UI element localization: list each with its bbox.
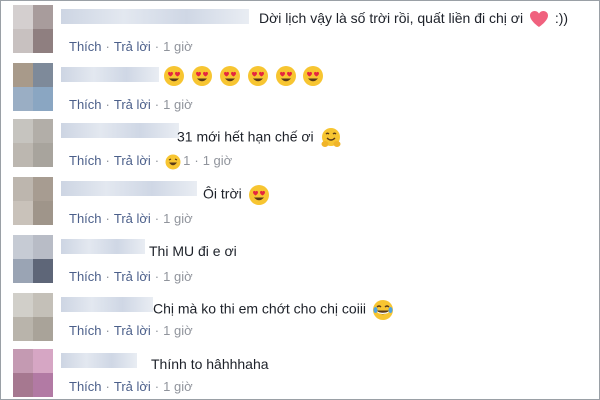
separator: · (105, 323, 110, 338)
heart-eyes-icon (219, 66, 240, 86)
comment-actions: Thích · Trả lời · 1 · 1 giờ (69, 153, 232, 170)
heart-eyes-icon (275, 66, 296, 86)
commenter-name-blurred[interactable] (61, 9, 249, 24)
timestamp[interactable]: 1 giờ (163, 269, 193, 284)
separator: · (154, 211, 160, 226)
separator: · (105, 97, 110, 112)
avatar[interactable] (13, 5, 53, 53)
comment-item: Thi MU đi e ơi Thích · Trả lời · 1 giờ (9, 235, 589, 287)
heart-eyes-icon (191, 66, 212, 86)
comment-text: Chị mà ko thi em chớt cho chị coiii (153, 299, 394, 321)
comment-text: 31 mới hết hạn chế ơi (177, 127, 342, 149)
timestamp[interactable]: 1 giờ (163, 379, 193, 394)
comment-suffix: :)) (554, 10, 569, 26)
separator: · (154, 269, 160, 284)
like-button[interactable]: Thích (69, 269, 102, 284)
comment-body: 31 mới hết hạn chế ơi (177, 128, 314, 145)
reply-button[interactable]: Trả lời (114, 153, 151, 168)
commenter-name-blurred[interactable] (61, 123, 179, 138)
avatar[interactable] (13, 63, 53, 111)
reply-button[interactable]: Trả lời (114, 323, 151, 338)
separator: · (105, 269, 110, 284)
separator: · (105, 153, 110, 168)
separator: · (194, 153, 199, 168)
timestamp[interactable]: 1 giờ (163, 39, 193, 54)
comment-item: Dời lịch vậy là số trời rồi, quất liền đ… (9, 5, 589, 57)
heart-eyes-icon (303, 66, 324, 86)
comment-text: Ôi trời (203, 184, 270, 206)
comment-body: Ôi trời (203, 185, 242, 202)
like-button[interactable]: Thích (69, 379, 102, 394)
reply-button[interactable]: Trả lời (114, 39, 151, 54)
separator: · (154, 153, 160, 168)
reaction-count[interactable]: 1 (183, 153, 190, 168)
comment-actions: Thích · Trả lời · 1 giờ (69, 269, 193, 284)
comment-text: Dời lịch vậy là số trời rồi, quất liền đ… (259, 10, 568, 28)
tears-of-joy-icon (372, 300, 393, 320)
like-button[interactable]: Thích (69, 39, 102, 54)
separator: · (154, 97, 160, 112)
like-button[interactable]: Thích (69, 211, 102, 226)
like-button[interactable]: Thích (69, 97, 102, 112)
avatar[interactable] (13, 349, 53, 397)
hug-face-icon (321, 128, 341, 147)
comment-body: Dời lịch vậy là số trời rồi, quất liền đ… (259, 10, 524, 26)
comment-panel: Dời lịch vậy là số trời rồi, quất liền đ… (0, 0, 600, 400)
comment-item: Thích · Trả lời · 1 giờ (9, 63, 589, 115)
comment-actions: Thích · Trả lời · 1 giờ (69, 39, 193, 54)
haha-reaction-icon[interactable] (165, 154, 181, 170)
avatar[interactable] (13, 119, 53, 167)
reply-button[interactable]: Trả lời (114, 211, 151, 226)
avatar[interactable] (13, 177, 53, 225)
comment-body: Thi MU đi e ơi (149, 243, 237, 259)
comment-item: 31 mới hết hạn chế ơi Thích · Trả lời · 1 · 1 … (9, 119, 589, 171)
heart-eyes-icon (164, 66, 184, 86)
separator: · (154, 379, 160, 394)
separator: · (105, 39, 110, 54)
commenter-name-blurred[interactable] (61, 239, 145, 254)
avatar[interactable] (13, 293, 53, 341)
commenter-name-blurred[interactable] (61, 67, 159, 82)
heart-eyes-icon (248, 185, 269, 205)
comment-actions: Thích · Trả lời · 1 giờ (69, 97, 193, 112)
comment-actions: Thích · Trả lời · 1 giờ (69, 379, 193, 394)
heart-eyes-icon (247, 66, 268, 86)
comment-text: Thi MU đi e ơi (149, 243, 237, 259)
comment-emojis (163, 65, 324, 87)
timestamp[interactable]: 1 giờ (203, 153, 233, 168)
commenter-name-blurred[interactable] (61, 353, 137, 368)
comment-item: Chị mà ko thi em chớt cho chị coiii Thíc… (9, 293, 589, 345)
comment-actions: Thích · Trả lời · 1 giờ (69, 323, 193, 338)
heart-icon (529, 11, 548, 28)
comment-item: Ôi trời Thích · Trả lời · 1 giờ (9, 177, 589, 229)
reply-button[interactable]: Trả lời (114, 379, 151, 394)
comment-item: Thính to hâhhhaha Thích · Trả lời · 1 giờ (9, 349, 589, 399)
reply-button[interactable]: Trả lời (114, 97, 151, 112)
separator: · (105, 379, 110, 394)
like-button[interactable]: Thích (69, 153, 102, 168)
comment-body: Thính to hâhhhaha (151, 356, 269, 372)
commenter-name-blurred[interactable] (61, 181, 197, 196)
avatar[interactable] (13, 235, 53, 283)
comment-text: Thính to hâhhhaha (151, 356, 269, 372)
timestamp[interactable]: 1 giờ (163, 211, 193, 226)
separator: · (154, 39, 160, 54)
separator: · (154, 323, 160, 338)
comment-actions: Thích · Trả lời · 1 giờ (69, 211, 193, 226)
reply-button[interactable]: Trả lời (114, 269, 151, 284)
like-button[interactable]: Thích (69, 323, 102, 338)
commenter-name-blurred[interactable] (61, 297, 153, 312)
separator: · (105, 211, 110, 226)
comment-body: Chị mà ko thi em chớt cho chị coiii (153, 300, 367, 317)
timestamp[interactable]: 1 giờ (163, 97, 193, 112)
timestamp[interactable]: 1 giờ (163, 323, 193, 338)
